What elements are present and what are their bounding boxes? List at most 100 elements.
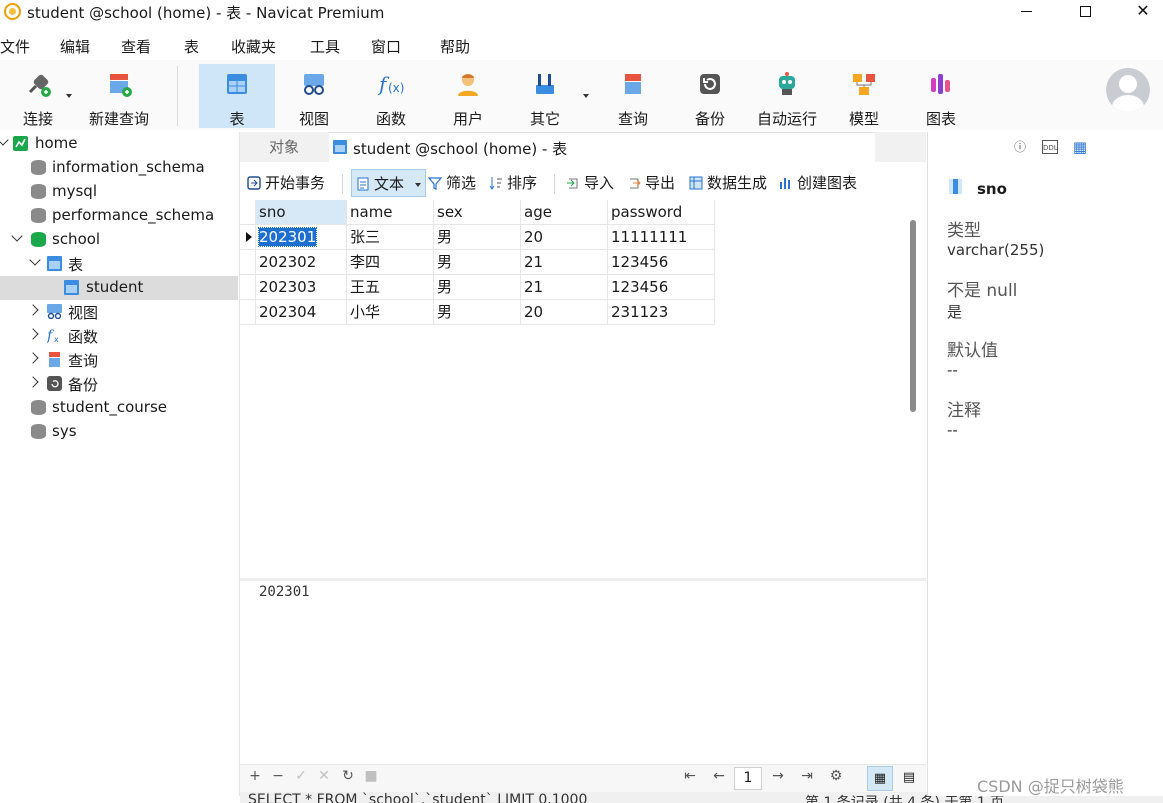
table-button[interactable]: 表 (199, 64, 275, 128)
add-record-button[interactable]: + (246, 768, 264, 784)
row-marker[interactable] (240, 225, 256, 250)
info-tab-icon[interactable]: ⓘ (1012, 140, 1028, 154)
import-button[interactable]: 导入 (566, 169, 614, 197)
tree-db-performance-schema[interactable]: performance_schema (0, 204, 238, 228)
column-header-age[interactable]: age (521, 200, 608, 225)
tree-connection-home[interactable]: home (0, 132, 238, 156)
menu-favorites[interactable]: 收藏夹 (231, 36, 276, 57)
menu-view[interactable]: 查看 (121, 36, 151, 57)
tree-db-school[interactable]: school (0, 228, 238, 252)
discard-changes-button[interactable]: ✕ (315, 768, 333, 784)
page-number-input[interactable]: 1 (734, 767, 762, 790)
row-marker[interactable] (240, 300, 256, 325)
filter-button[interactable]: 筛选 (428, 169, 476, 197)
table-cell[interactable]: 11111111 (608, 225, 715, 250)
menu-window[interactable]: 窗口 (371, 36, 401, 57)
tree-folder-tables[interactable]: 表 (0, 252, 238, 276)
chevron-right-icon[interactable] (27, 328, 39, 340)
chevron-down-icon[interactable] (414, 182, 421, 187)
table-cell[interactable]: 21 (521, 275, 608, 300)
menu-table[interactable]: 表 (184, 36, 199, 57)
other-button[interactable]: 其它 (507, 64, 593, 128)
table-cell[interactable]: 王五 (347, 275, 434, 300)
table-cell[interactable]: 202302 (256, 250, 347, 275)
other-dropdown-icon[interactable] (583, 94, 589, 98)
tree-folder-functions[interactable]: fx 函数 (0, 324, 238, 348)
table-cell[interactable]: 男 (434, 275, 521, 300)
function-button[interactable]: f (x) 函数 (353, 64, 429, 128)
tree-db-mysql[interactable]: mysql (0, 180, 238, 204)
table-cell[interactable]: 123456 (608, 250, 715, 275)
tree-db-sys[interactable]: sys (0, 420, 238, 444)
settings-gear-icon[interactable]: ⚙ (827, 768, 845, 784)
column-header-sno[interactable]: sno (256, 200, 347, 225)
column-header-sex[interactable]: sex (434, 200, 521, 225)
next-page-button[interactable]: → (769, 768, 787, 784)
menu-edit[interactable]: 编辑 (60, 36, 90, 57)
query-button[interactable]: 查询 (595, 64, 671, 128)
begin-transaction-button[interactable]: 开始事务 (247, 169, 325, 197)
chevron-down-icon[interactable] (0, 134, 9, 146)
table-cell[interactable]: 男 (434, 250, 521, 275)
connect-dropdown-icon[interactable] (66, 94, 72, 98)
grid-view-toggle[interactable]: ▦ (867, 766, 893, 791)
backup-button[interactable]: 备份 (672, 64, 748, 128)
export-button[interactable]: 导出 (627, 169, 675, 197)
grid-vertical-scrollbar[interactable] (910, 220, 916, 412)
tab-objects[interactable]: 对象 (240, 132, 328, 162)
table-cell[interactable]: 20 (521, 225, 608, 250)
row-marker[interactable] (240, 275, 256, 300)
table-cell[interactable]: 男 (434, 300, 521, 325)
table-cell[interactable]: 202301 (256, 225, 347, 250)
table-cell[interactable]: 202303 (256, 275, 347, 300)
menu-file[interactable]: 文件 (0, 36, 30, 57)
tree-db-student-course[interactable]: student_course (0, 396, 238, 420)
table-cell[interactable]: 小华 (347, 300, 434, 325)
chevron-right-icon[interactable] (27, 304, 39, 316)
last-page-button[interactable]: ⇥ (798, 768, 816, 784)
chevron-right-icon[interactable] (27, 376, 39, 388)
tab-student-table[interactable]: student @school (home) - 表 (329, 132, 875, 162)
minimize-button[interactable] (1003, 0, 1049, 24)
chart-button[interactable]: 图表 (903, 64, 979, 128)
refresh-icon[interactable]: ↻ (339, 768, 357, 784)
table-cell[interactable]: 李四 (347, 250, 434, 275)
table-cell[interactable]: 231123 (608, 300, 715, 325)
user-button[interactable]: 用户 (430, 64, 506, 128)
form-view-toggle[interactable]: ▤ (896, 766, 922, 791)
row-marker[interactable] (240, 250, 256, 275)
tree-folder-views[interactable]: 视图 (0, 300, 238, 324)
previous-page-button[interactable]: ← (710, 768, 728, 784)
cell-text-viewer[interactable]: 202301 (240, 578, 926, 764)
menu-help[interactable]: 帮助 (440, 36, 470, 57)
maximize-button[interactable] (1062, 0, 1108, 24)
create-chart-button[interactable]: 创建图表 (779, 169, 857, 197)
chevron-right-icon[interactable] (27, 352, 39, 364)
tree-folder-queries[interactable]: 查询 (0, 348, 238, 372)
view-button[interactable]: 视图 (276, 64, 352, 128)
table-cell[interactable]: 20 (521, 300, 608, 325)
connect-button[interactable]: 连接 (0, 64, 76, 128)
data-generation-button[interactable]: 数据生成 (689, 169, 767, 197)
user-avatar[interactable] (1106, 68, 1150, 112)
ddl-tab-icon[interactable]: DDL (1042, 140, 1058, 154)
tree-folder-backups[interactable]: 备份 (0, 372, 238, 396)
new-query-button[interactable]: 新建查询 (81, 64, 157, 128)
column-header-password[interactable]: password (608, 200, 715, 225)
close-button[interactable]: ✕ (1120, 0, 1163, 24)
text-view-button[interactable]: 文本 (351, 169, 426, 197)
apply-changes-button[interactable]: ✓ (292, 768, 310, 784)
delete-record-button[interactable]: − (269, 768, 287, 784)
sort-button[interactable]: 排序 (489, 169, 537, 197)
stop-icon[interactable]: ■ (362, 768, 380, 784)
tree-table-student[interactable]: student (0, 276, 238, 300)
automation-button[interactable]: 自动运行 (749, 64, 825, 128)
tree-db-information-schema[interactable]: information_schema (0, 156, 238, 180)
chevron-down-icon[interactable] (11, 230, 23, 242)
column-header-name[interactable]: name (347, 200, 434, 225)
table-cell[interactable]: 123456 (608, 275, 715, 300)
table-cell[interactable]: 男 (434, 225, 521, 250)
model-button[interactable]: 模型 (826, 64, 902, 128)
chevron-down-icon[interactable] (29, 254, 41, 266)
table-cell[interactable]: 张三 (347, 225, 434, 250)
